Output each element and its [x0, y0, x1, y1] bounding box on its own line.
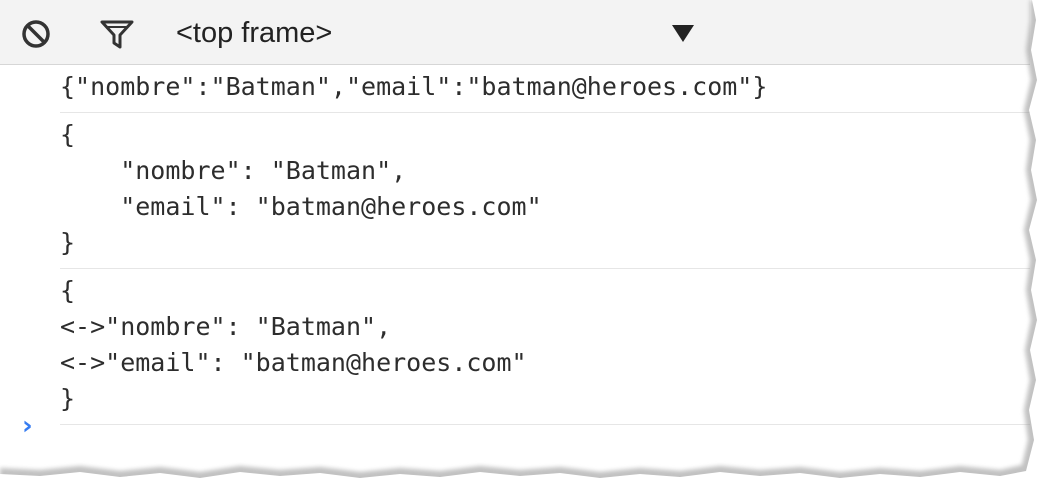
dropdown-arrow-icon [672, 25, 694, 42]
message-line: <->"email": "batman@heroes.com" [60, 348, 527, 377]
message-line: "email": "batman@heroes.com" [60, 192, 542, 221]
clear-console-button[interactable] [20, 18, 52, 50]
filter-button[interactable] [100, 18, 134, 50]
message-line: { [60, 120, 76, 149]
screenshot: <top frame> {"nombre":"Batman","email":"… [0, 0, 1046, 492]
context-selected-value: <top frame> [176, 17, 333, 49]
message-line: } [60, 228, 76, 257]
console-message: {"nombre":"Batman","email":"batman@heroe… [60, 65, 1030, 113]
console-messages: {"nombre":"Batman","email":"batman@heroe… [0, 65, 1030, 425]
console-message: { <->"nombre": "Batman", <->"email": "batm… [60, 269, 1030, 425]
prompt-chevron-icon: › [22, 411, 33, 441]
clear-console-icon [22, 20, 50, 48]
console-prompt-row: › [0, 404, 1030, 452]
console-toolbar: <top frame> [0, 0, 1030, 65]
filter-icon [100, 20, 134, 49]
message-line: <->"nombre": "Batman", [60, 312, 392, 341]
console-message: { "nombre": "Batman", "email": "batman@h… [60, 113, 1030, 269]
console-input[interactable] [60, 412, 1000, 446]
message-line: { [60, 276, 76, 305]
execution-context-select[interactable]: <top frame> [168, 12, 708, 54]
message-line: "nombre": "Batman", [60, 156, 407, 185]
message-line: {"nombre":"Batman","email":"batman@heroe… [60, 72, 768, 101]
devtools-console-panel: <top frame> {"nombre":"Batman","email":"… [0, 0, 1040, 470]
